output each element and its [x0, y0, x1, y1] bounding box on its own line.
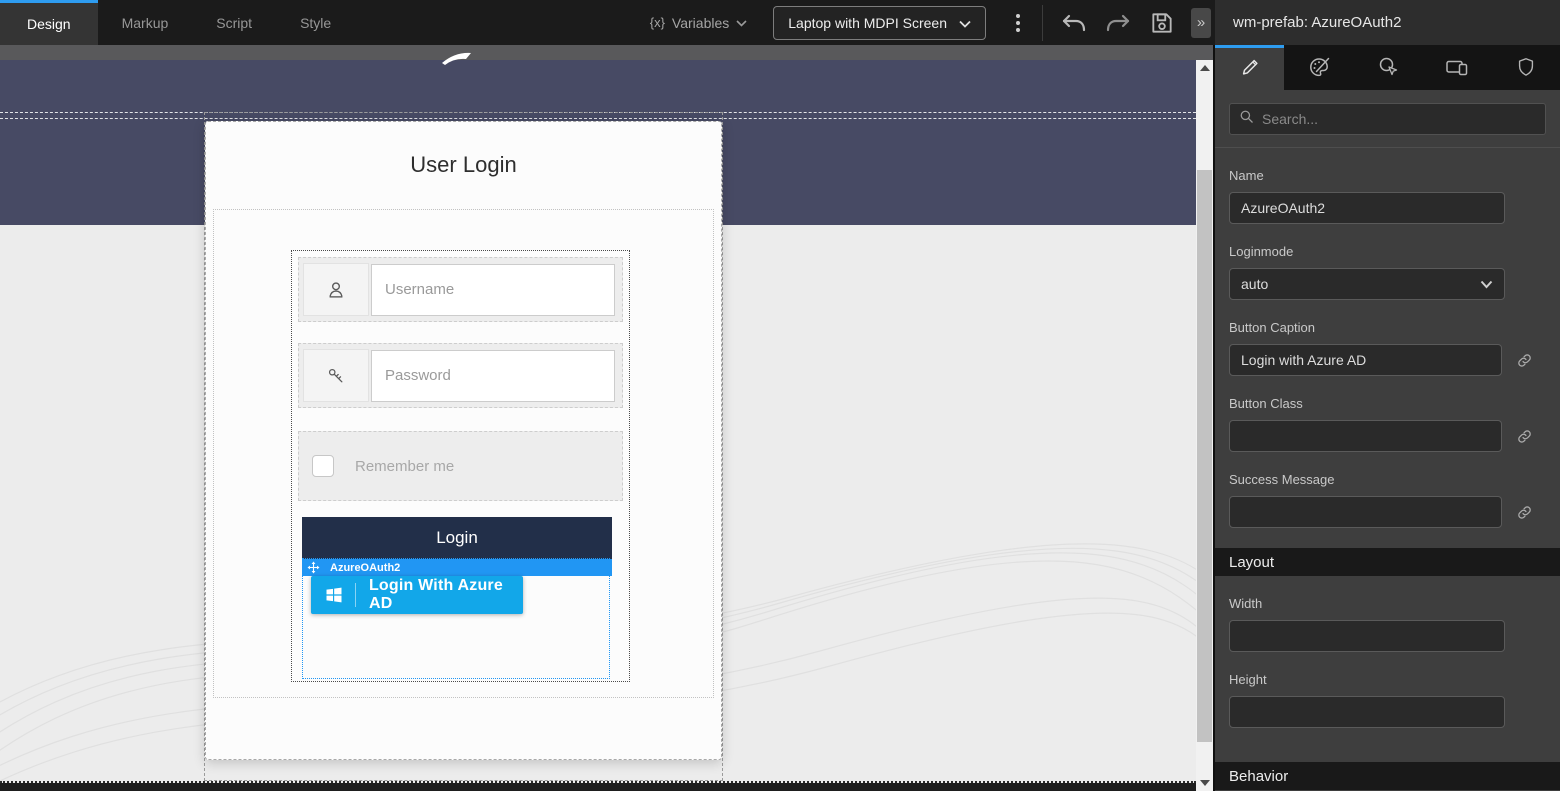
tab-style[interactable]: Style — [276, 0, 355, 45]
panel-divider — [1215, 147, 1560, 148]
remember-me-label: Remember me — [355, 458, 454, 475]
move-icon[interactable] — [307, 561, 320, 574]
panel-tabs — [1215, 45, 1560, 90]
windows-icon — [324, 585, 344, 605]
logo-swoosh — [441, 50, 475, 73]
button-caption-label: Button Caption — [1229, 320, 1546, 335]
scrollbar-thumb[interactable] — [1197, 170, 1212, 742]
collapse-panel-button[interactable]: » — [1191, 8, 1211, 38]
button-caption-field[interactable] — [1229, 344, 1502, 376]
variables-icon: {x} — [650, 15, 665, 30]
top-toolbar: Design Markup Script Style {x} Variables… — [0, 0, 1215, 45]
toolbar-divider — [1042, 5, 1043, 41]
tab-properties[interactable] — [1215, 45, 1284, 90]
loginmode-value: auto — [1241, 276, 1268, 292]
chevron-down-icon — [1480, 276, 1493, 292]
width-label: Width — [1229, 596, 1546, 611]
remember-me-row[interactable]: Remember me — [298, 431, 623, 501]
variables-label: Variables — [672, 15, 729, 31]
button-divider — [355, 583, 356, 607]
prefab-selection-label: AzureOAuth2 — [330, 562, 400, 574]
tab-script[interactable]: Script — [192, 0, 276, 45]
login-button[interactable]: Login — [302, 517, 612, 559]
device-selector-value: Laptop with MDPI Screen — [788, 15, 947, 31]
bind-link-icon[interactable] — [1502, 352, 1546, 369]
user-icon — [303, 263, 369, 316]
tab-security[interactable] — [1491, 45, 1560, 90]
scroll-down-arrow[interactable] — [1196, 775, 1213, 791]
azure-login-button[interactable]: Login With Azure AD — [311, 576, 523, 614]
properties-panel: wm-prefab: AzureOAuth2 — [1215, 0, 1560, 791]
page-boundary-dashed-line — [0, 118, 1196, 119]
success-message-label: Success Message — [1229, 472, 1546, 487]
panel-body: Name Loginmode auto Button Caption B — [1215, 90, 1560, 790]
width-field[interactable] — [1229, 620, 1505, 652]
password-row[interactable] — [298, 343, 623, 408]
save-icon[interactable] — [1149, 10, 1175, 36]
height-label: Height — [1229, 672, 1546, 687]
bind-link-icon[interactable] — [1502, 428, 1546, 445]
page-boundary-dashed-line — [0, 112, 1196, 113]
undo-button[interactable] — [1061, 11, 1087, 35]
canvas-vertical-scrollbar[interactable] — [1196, 60, 1213, 791]
prefab-selection-bar[interactable]: AzureOAuth2 — [302, 559, 612, 576]
username-input[interactable] — [371, 264, 615, 316]
variables-menu[interactable]: {x} Variables — [650, 14, 748, 32]
key-icon — [303, 349, 369, 402]
section-header-layout[interactable]: Layout — [1215, 548, 1560, 576]
search-icon — [1239, 109, 1254, 129]
username-row[interactable] — [298, 257, 623, 322]
remember-me-checkbox[interactable] — [312, 455, 334, 477]
loginmode-select[interactable]: auto — [1229, 268, 1505, 300]
button-class-field[interactable] — [1229, 420, 1502, 452]
chevron-down-icon — [736, 14, 747, 32]
azure-button-label: Login With Azure AD — [369, 577, 523, 613]
login-form-container[interactable]: Remember me Login AzureOAuth2 — [291, 250, 630, 682]
kebab-menu-icon[interactable] — [1010, 8, 1026, 38]
login-card[interactable]: User Login — [205, 121, 722, 760]
inspect-cursor-icon — [1376, 55, 1400, 84]
design-canvas: User Login — [0, 45, 1215, 791]
name-label: Name — [1229, 168, 1546, 183]
property-search[interactable] — [1229, 103, 1546, 135]
tab-markup[interactable]: Markup — [98, 0, 193, 45]
name-field[interactable] — [1229, 192, 1505, 224]
tab-styles[interactable] — [1284, 45, 1353, 90]
section-header-behavior[interactable]: Behavior — [1215, 762, 1560, 790]
search-input[interactable] — [1262, 111, 1536, 127]
password-input[interactable] — [371, 350, 615, 402]
tab-design[interactable]: Design — [0, 0, 98, 45]
pencil-icon — [1239, 56, 1261, 83]
scroll-up-arrow[interactable] — [1196, 60, 1213, 76]
shield-icon — [1515, 55, 1537, 84]
tab-inspect[interactable] — [1353, 45, 1422, 90]
success-message-field[interactable] — [1229, 496, 1502, 528]
loginmode-label: Loginmode — [1229, 244, 1546, 259]
tab-devices[interactable] — [1422, 45, 1491, 90]
bind-link-icon[interactable] — [1502, 504, 1546, 521]
page-title[interactable]: User Login — [206, 152, 721, 178]
button-class-label: Button Class — [1229, 396, 1546, 411]
device-selector[interactable]: Laptop with MDPI Screen — [773, 6, 986, 40]
devices-icon — [1444, 55, 1470, 84]
page-footer-strip — [0, 783, 1196, 791]
canvas-top-strip — [0, 45, 1213, 60]
chevron-down-icon — [959, 15, 971, 31]
palette-icon — [1307, 55, 1331, 84]
height-field[interactable] — [1229, 696, 1505, 728]
panel-title: wm-prefab: AzureOAuth2 — [1215, 0, 1560, 45]
redo-button[interactable] — [1105, 11, 1131, 35]
